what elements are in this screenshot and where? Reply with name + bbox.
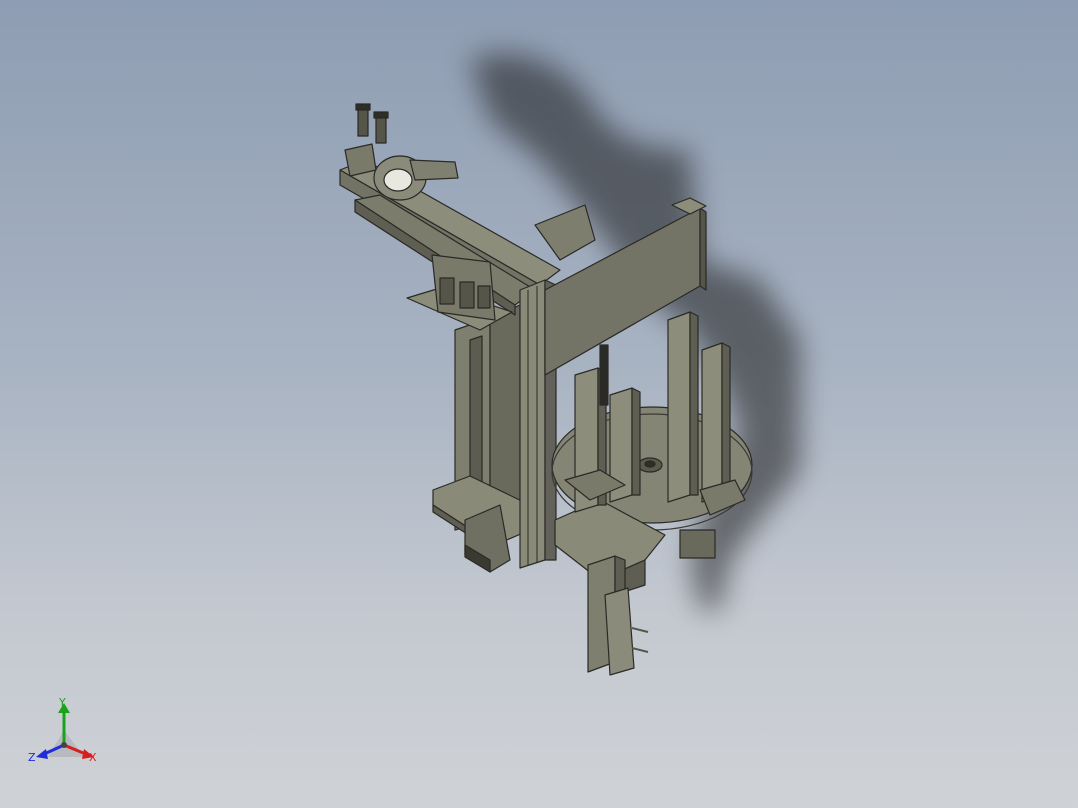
rail-right-b <box>701 342 723 503</box>
ring-clamp-hole <box>383 168 413 192</box>
view-orientation-triad: Y X Z <box>26 695 106 770</box>
triad-y-label: Y <box>59 696 66 709</box>
triad-z-label: Z <box>28 751 36 764</box>
rail-right-a <box>667 311 691 503</box>
fitting-2 <box>375 114 387 144</box>
graphics-viewport[interactable]: Y X Z <box>0 0 1078 808</box>
center-profile-front <box>519 279 546 569</box>
bottom-cylinder-head <box>604 587 635 676</box>
side-sensor <box>679 529 716 559</box>
top-bracket <box>534 204 596 261</box>
cad-assembly-model[interactable] <box>0 0 1078 808</box>
triad-x-label: X <box>89 751 97 764</box>
fitting-1 <box>357 107 369 137</box>
